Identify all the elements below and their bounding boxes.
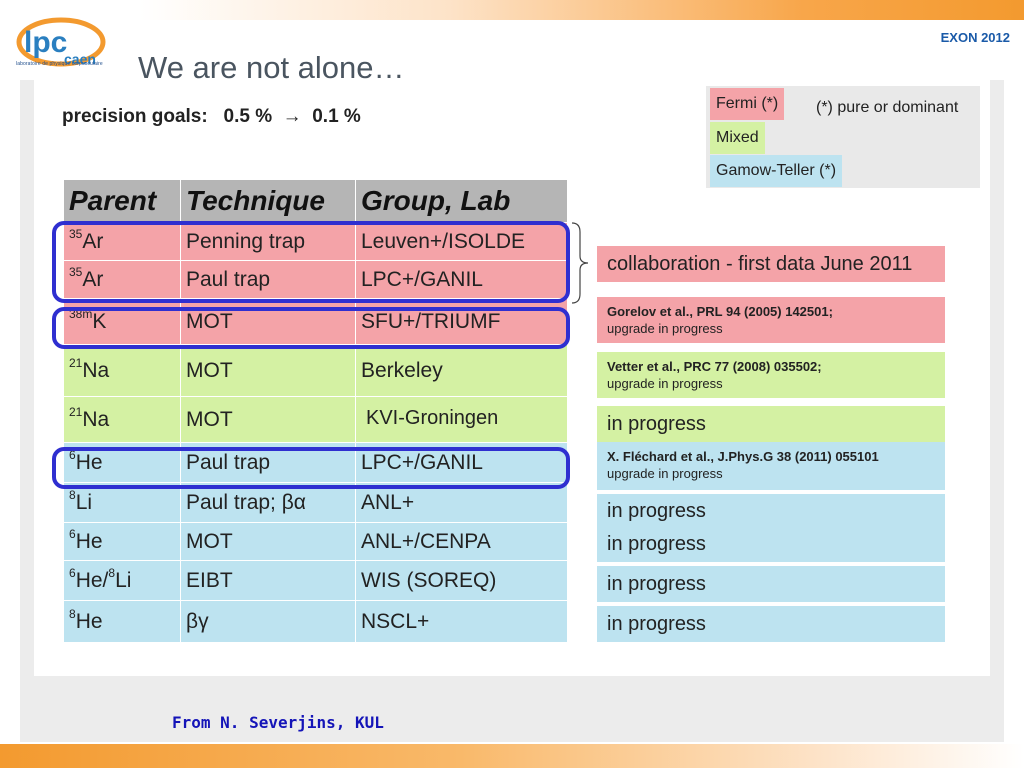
header-technique: Technique bbox=[180, 179, 356, 223]
lab-cell: WIS (SOREQ) bbox=[355, 560, 568, 601]
header-parent: Parent bbox=[63, 179, 181, 223]
footer-gradient-bar bbox=[0, 744, 1024, 768]
parent-cell: 21Na bbox=[63, 344, 181, 397]
right-brace bbox=[571, 222, 589, 304]
status-li8-he6: in progress in progress bbox=[597, 494, 945, 562]
he6-mot-progress: in progress bbox=[607, 533, 706, 555]
status-flechard: X. Fléchard et al., J.Phys.G 38 (2011) 0… bbox=[597, 442, 945, 490]
vetter-reference: Vetter et al., PRC 77 (2008) 035502; bbox=[607, 359, 822, 374]
table-row: 8He βγ NSCL+ bbox=[63, 600, 568, 643]
status-collaboration: collaboration - first data June 2011 bbox=[597, 246, 945, 282]
header-gradient-bar bbox=[140, 0, 1024, 20]
parent-cell: 6He bbox=[63, 522, 181, 561]
table-header-row: Parent Technique Group, Lab bbox=[63, 179, 568, 223]
technique-cell: MOT bbox=[180, 344, 356, 397]
logo-subtitle: laboratoire de physique corpusculaire bbox=[16, 61, 103, 67]
kvi-groningen-label: KVI-Groningen bbox=[360, 402, 520, 434]
flechard-note: upgrade in progress bbox=[607, 466, 723, 481]
gorelov-reference: Gorelov et al., PRL 94 (2005) 142501; bbox=[607, 304, 833, 319]
flechard-reference: X. Fléchard et al., J.Phys.G 38 (2011) 0… bbox=[607, 449, 879, 464]
legend-note: (*) pure or dominant bbox=[816, 99, 959, 116]
gorelov-note: upgrade in progress bbox=[607, 321, 723, 336]
status-gorelov: Gorelov et al., PRL 94 (2005) 142501; up… bbox=[597, 297, 945, 343]
legend-fermi: Fermi (*) bbox=[710, 88, 785, 120]
technique-cell: EIBT bbox=[180, 560, 356, 601]
technique-cell: MOT bbox=[180, 396, 356, 443]
vetter-note: upgrade in progress bbox=[607, 376, 723, 391]
svg-text:lpc: lpc bbox=[24, 26, 67, 59]
status-na21-kvi: in progress bbox=[597, 406, 945, 442]
technique-cell: MOT bbox=[180, 522, 356, 561]
li8-progress: in progress bbox=[607, 500, 706, 522]
status-vetter: Vetter et al., PRC 77 (2008) 035502; upg… bbox=[597, 352, 945, 398]
parent-cell: 8He bbox=[63, 600, 181, 643]
legend-box: Fermi (*) Mixed Gamow-Teller (*) (*) pur… bbox=[706, 86, 980, 188]
status-eibt: in progress bbox=[597, 566, 945, 602]
legend-mixed: Mixed bbox=[710, 122, 765, 154]
lab-cell: NSCL+ bbox=[355, 600, 568, 643]
parent-cell: 21Na bbox=[63, 396, 181, 443]
highlight-k38m-row bbox=[52, 307, 570, 349]
lab-cell: Berkeley bbox=[355, 344, 568, 397]
table-row: 6He/8Li EIBT WIS (SOREQ) bbox=[63, 560, 568, 601]
highlight-ar35-rows bbox=[52, 221, 570, 303]
precision-goals: precision goals: 0.5 % → 0.1 % bbox=[62, 106, 361, 127]
header-group-lab: Group, Lab bbox=[355, 179, 568, 223]
parent-cell: 6He/8Li bbox=[63, 560, 181, 601]
conference-label: EXON 2012 bbox=[940, 30, 1010, 45]
status-he8: in progress bbox=[597, 606, 945, 642]
source-credit: From N. Severjins, KUL bbox=[172, 713, 384, 732]
lab-cell: ANL+/CENPA bbox=[355, 522, 568, 561]
technique-cell: βγ bbox=[180, 600, 356, 643]
table-row: 6He MOT ANL+/CENPA bbox=[63, 522, 568, 561]
legend-gamow-teller: Gamow-Teller (*) bbox=[710, 155, 843, 187]
highlight-he6-paul-row bbox=[52, 447, 570, 489]
table-row: 21Na MOT Berkeley bbox=[63, 344, 568, 397]
